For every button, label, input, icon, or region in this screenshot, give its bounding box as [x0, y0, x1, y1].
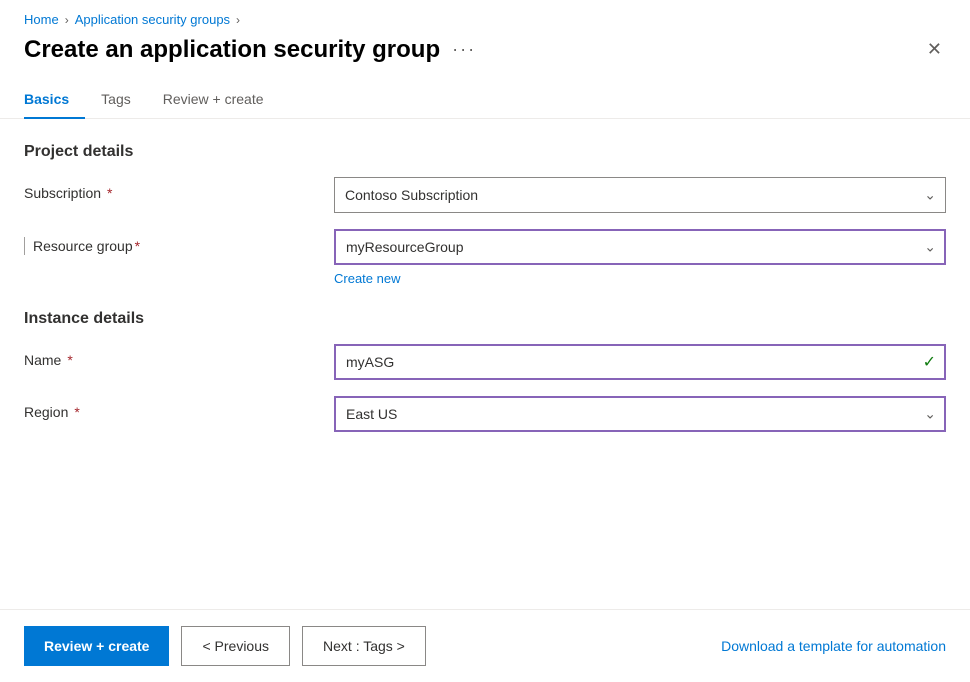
region-required: *: [74, 404, 79, 420]
region-select[interactable]: East US: [334, 396, 946, 432]
download-template-link[interactable]: Download a template for automation: [721, 638, 946, 654]
resource-group-control: myResourceGroup ⌄ Create new: [334, 229, 946, 286]
subscription-select-wrapper: Contoso Subscription ⌄: [334, 177, 946, 213]
name-required: *: [67, 352, 72, 368]
tab-review-create[interactable]: Review + create: [163, 81, 280, 119]
breadcrumb-home[interactable]: Home: [24, 12, 59, 27]
close-button[interactable]: ✕: [923, 35, 946, 64]
breadcrumb: Home › Application security groups ›: [0, 0, 970, 35]
subscription-row: Subscription * Contoso Subscription ⌄: [24, 177, 946, 213]
more-options-button[interactable]: ···: [452, 39, 476, 60]
next-button[interactable]: Next : Tags >: [302, 626, 426, 666]
tab-tags[interactable]: Tags: [101, 81, 147, 119]
breadcrumb-sep-2: ›: [236, 13, 240, 27]
name-control: ✓: [334, 344, 946, 380]
page-header: Create an application security group ···…: [0, 35, 970, 80]
instance-details-title: Instance details: [24, 310, 946, 328]
previous-button[interactable]: < Previous: [181, 626, 290, 666]
region-row: Region * East US ⌄: [24, 396, 946, 432]
region-control: East US ⌄: [334, 396, 946, 432]
review-create-button[interactable]: Review + create: [24, 626, 169, 666]
name-valid-icon: ✓: [923, 352, 936, 372]
breadcrumb-section[interactable]: Application security groups: [75, 12, 230, 27]
resource-group-select-wrapper: myResourceGroup ⌄: [334, 229, 946, 265]
project-details-title: Project details: [24, 143, 946, 161]
page-title: Create an application security group: [24, 36, 440, 64]
subscription-control: Contoso Subscription ⌄: [334, 177, 946, 213]
resource-group-required: *: [135, 238, 140, 254]
subscription-select[interactable]: Contoso Subscription: [334, 177, 946, 213]
name-label: Name *: [24, 344, 334, 368]
footer: Review + create < Previous Next : Tags >…: [0, 609, 970, 682]
resource-group-label-area: Resource group *: [24, 229, 334, 255]
create-new-link[interactable]: Create new: [334, 271, 400, 286]
tab-bar: Basics Tags Review + create: [0, 80, 970, 119]
tab-basics[interactable]: Basics: [24, 81, 85, 119]
region-select-wrapper: East US ⌄: [334, 396, 946, 432]
resource-group-row: Resource group * myResourceGroup ⌄ Creat…: [24, 229, 946, 286]
name-row: Name * ✓: [24, 344, 946, 380]
subscription-label: Subscription *: [24, 177, 334, 201]
name-input[interactable]: [334, 344, 946, 380]
form-content: Project details Subscription * Contoso S…: [0, 143, 970, 432]
subscription-required: *: [107, 185, 112, 201]
resource-group-select[interactable]: myResourceGroup: [334, 229, 946, 265]
name-input-wrapper: ✓: [334, 344, 946, 380]
breadcrumb-sep-1: ›: [65, 13, 69, 27]
region-label: Region *: [24, 396, 334, 420]
